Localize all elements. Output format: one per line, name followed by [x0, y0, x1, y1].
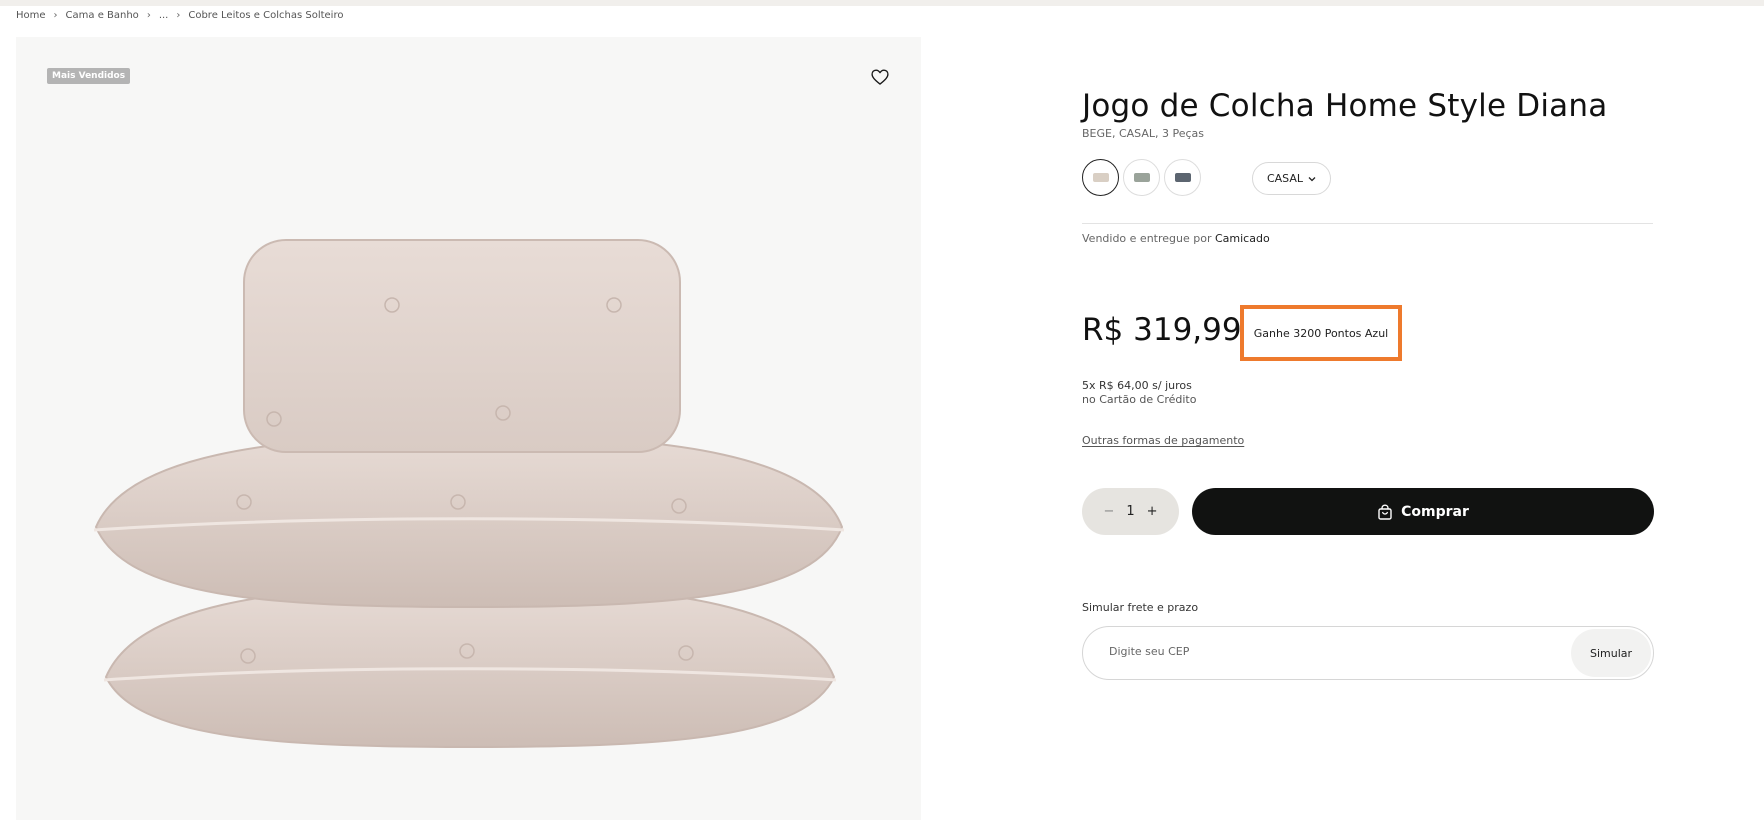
chevron-down-icon — [1308, 176, 1316, 181]
seller-name[interactable]: Camicado — [1215, 232, 1270, 245]
decrement-button[interactable]: − — [1103, 504, 1114, 519]
product-price: R$ 319,99 — [1082, 312, 1242, 348]
loyalty-points-highlight: Ganhe 3200 Pontos Azul — [1240, 305, 1402, 361]
divider — [1082, 223, 1653, 224]
installment-line2: no Cartão de Crédito — [1082, 393, 1197, 406]
color-swatch-slate[interactable] — [1164, 159, 1201, 196]
swatch-thumbnail — [1133, 173, 1150, 182]
buy-button[interactable]: Comprar — [1192, 488, 1654, 535]
color-swatch-sage[interactable] — [1123, 159, 1160, 196]
increment-button[interactable]: + — [1147, 504, 1158, 519]
breadcrumb-ellipsis[interactable]: ... — [159, 10, 169, 21]
chevron-right-icon: › — [53, 10, 58, 21]
other-payment-methods-link[interactable]: Outras formas de pagamento — [1082, 434, 1244, 447]
shipping-label: Simular frete e prazo — [1082, 601, 1199, 614]
breadcrumb-cama-e-banho[interactable]: Cama e Banho — [66, 10, 139, 21]
color-swatches — [1082, 159, 1201, 196]
size-select-value: CASAL — [1266, 172, 1304, 185]
breadcrumb-home[interactable]: Home — [16, 10, 46, 21]
installment-line1: 5x R$ 64,00 s/ juros — [1082, 379, 1192, 392]
product-title: Jogo de Colcha Home Style Diana — [1082, 88, 1608, 124]
product-gallery: Mais Vendidos — [16, 37, 921, 820]
loyalty-points-text: Ganhe 3200 Pontos Azul — [1253, 326, 1389, 340]
swatch-thumbnail — [1174, 173, 1191, 182]
product-info: Jogo de Colcha Home Style Diana BEGE, CA… — [1082, 0, 1654, 820]
size-select[interactable]: CASAL — [1252, 162, 1331, 195]
product-image[interactable] — [16, 37, 921, 820]
seller-info: Vendido e entregue por Camicado — [1082, 232, 1270, 245]
swatch-thumbnail — [1092, 173, 1109, 182]
chevron-right-icon: › — [176, 10, 181, 21]
breadcrumb-current[interactable]: Cobre Leitos e Colchas Solteiro — [188, 10, 343, 21]
installment-info: 5x R$ 64,00 s/ juros no Cartão de Crédit… — [1082, 379, 1196, 407]
shopping-bag-icon — [1378, 503, 1392, 520]
chevron-right-icon: › — [146, 10, 151, 21]
quantity-value: 1 — [1126, 504, 1135, 519]
product-variant-summary: BEGE, CASAL, 3 Peças — [1082, 127, 1205, 140]
buy-button-label: Comprar — [1401, 503, 1469, 520]
simulate-button[interactable]: Simular — [1571, 629, 1651, 677]
color-swatch-beige[interactable] — [1082, 159, 1119, 196]
breadcrumb: Home › Cama e Banho › ... › Cobre Leitos… — [16, 10, 343, 21]
cep-field: Digite seu CEP Simular — [1082, 626, 1654, 680]
seller-prefix: Vendido e entregue por — [1082, 232, 1212, 245]
cep-input[interactable]: Digite seu CEP — [1109, 645, 1189, 658]
quantity-stepper: − 1 + — [1082, 488, 1179, 535]
